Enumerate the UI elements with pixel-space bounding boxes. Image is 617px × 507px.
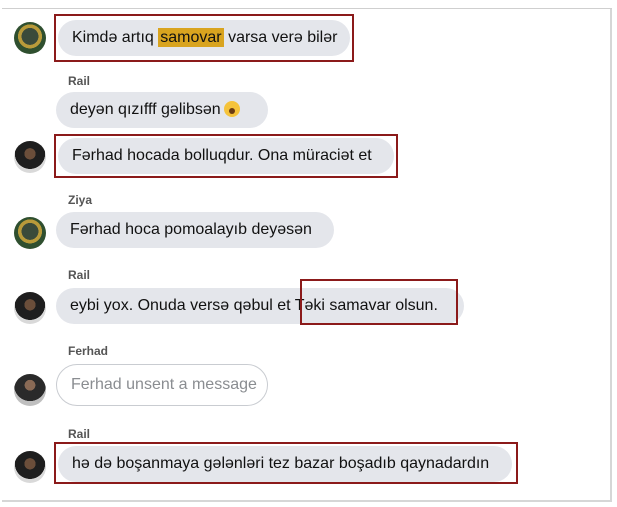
avatar[interactable] [14, 292, 46, 324]
avatar[interactable] [14, 217, 46, 249]
top-divider [2, 8, 612, 9]
sender-name: Ziya [68, 193, 93, 207]
astonished-emoji-icon [223, 101, 240, 117]
avatar[interactable] [14, 451, 46, 483]
avatar[interactable] [14, 22, 46, 54]
chat-frame [2, 8, 612, 502]
message-bubble[interactable]: deyən qızıfff gəlibsən [56, 92, 268, 128]
sender-name: Rail [68, 268, 91, 282]
avatar[interactable] [14, 374, 46, 406]
avatar[interactable] [14, 141, 46, 173]
annotation-box [54, 14, 354, 62]
annotation-box [300, 279, 458, 325]
message-bubble[interactable]: Fərhad hoca pomoalayıb deyəsən [56, 212, 334, 248]
annotation-box [54, 134, 398, 178]
message-text: eybi yox. Onuda versə qəbul et [70, 297, 295, 314]
sender-name: Ferhad [68, 344, 109, 358]
message-text: Fərhad hoca pomoalayıb deyəsən [70, 221, 312, 238]
message-text: deyən qızıfff gəlibsən [70, 101, 221, 118]
sender-name: Rail [68, 74, 91, 88]
annotation-box [54, 442, 518, 484]
sender-name: Rail [68, 427, 91, 441]
unsent-message-bubble[interactable]: Ferhad unsent a message [56, 364, 268, 406]
message-text: Ferhad unsent a message [71, 376, 257, 393]
